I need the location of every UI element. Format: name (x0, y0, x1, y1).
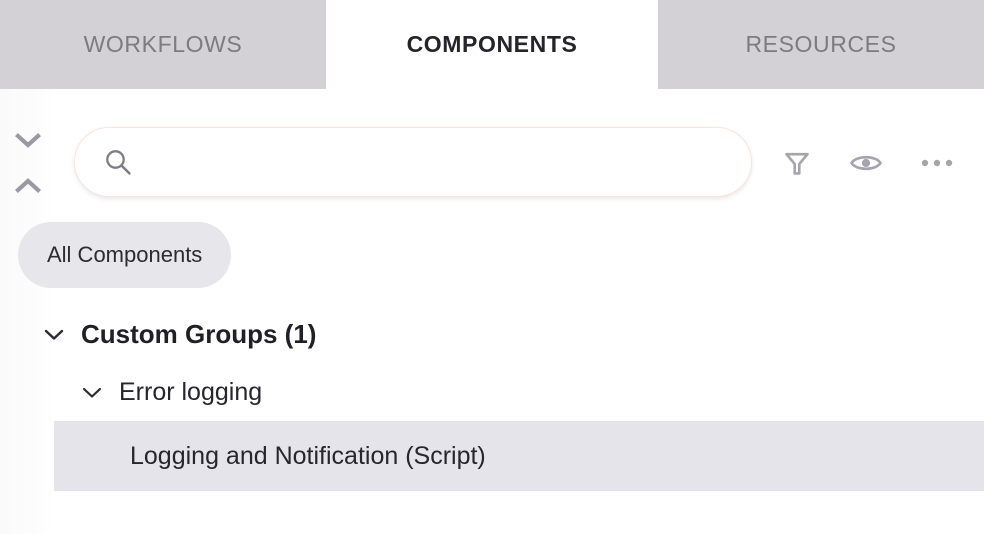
filter-button[interactable] (774, 140, 820, 186)
tree-item-logging-and-notification[interactable]: Logging and Notification (Script) (54, 421, 984, 491)
chevron-down-icon[interactable] (44, 328, 64, 341)
tab-workflows[interactable]: WORKFLOWS (0, 0, 326, 89)
tab-workflows-label: WORKFLOWS (83, 31, 243, 57)
tab-resources[interactable]: RESOURCES (658, 0, 984, 89)
tree-subgroup-error-logging[interactable]: Error logging (0, 363, 984, 421)
tree-subgroup-label: Error logging (119, 377, 263, 406)
tree-item-label: Logging and Notification (Script) (130, 441, 486, 470)
more-options-button[interactable] (914, 140, 960, 186)
visibility-button[interactable] (843, 140, 889, 186)
tab-components[interactable]: COMPONENTS (326, 0, 658, 89)
expand-collapse-all-control[interactable] (10, 132, 46, 194)
tab-components-label: COMPONENTS (406, 31, 578, 57)
component-browser-panel: WORKFLOWS COMPONENTS RESOURCES All Compo… (0, 0, 984, 534)
component-tree: Custom Groups (1) Error logging Logging … (0, 305, 984, 491)
filter-chip-all-components[interactable]: All Components (18, 222, 232, 288)
eye-icon (850, 155, 882, 171)
tab-bar: WORKFLOWS COMPONENTS RESOURCES (0, 0, 984, 89)
tree-group-label: Custom Groups (1) (81, 318, 317, 349)
tree-group-custom-groups[interactable]: Custom Groups (1) (0, 305, 984, 363)
chevron-down-icon[interactable] (15, 132, 41, 148)
funnel-icon (785, 152, 809, 175)
filter-chip-label: All Components (47, 242, 203, 267)
search-input[interactable] (147, 141, 725, 183)
chevron-up-icon[interactable] (15, 178, 41, 194)
search-field[interactable] (74, 127, 752, 197)
chevron-down-icon[interactable] (82, 386, 102, 399)
tab-resources-label: RESOURCES (745, 31, 897, 57)
ellipsis-icon (921, 159, 953, 167)
search-icon (106, 150, 131, 175)
